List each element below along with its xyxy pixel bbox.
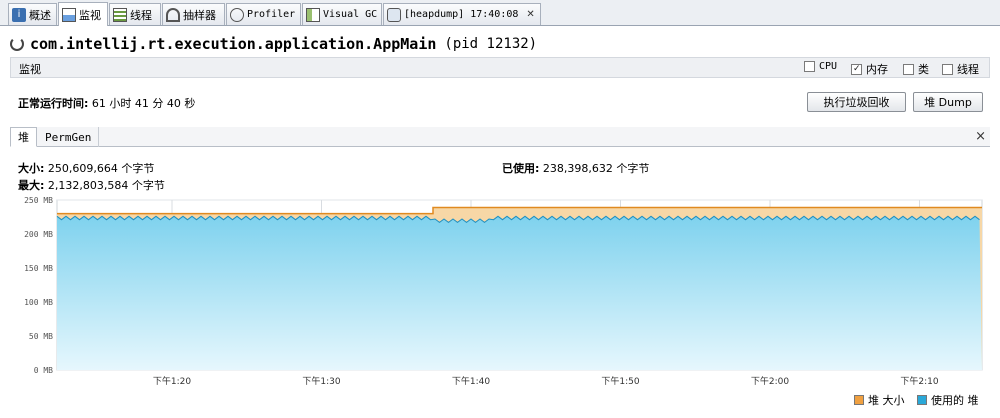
section-label: 监视: [19, 63, 41, 76]
tab-threads-label: 线程: [130, 8, 152, 22]
legend-heap-size-label: 堆 大小: [868, 394, 905, 407]
checkbox-threads-box[interactable]: [942, 63, 953, 75]
y-tick-label: 200 MB: [24, 230, 53, 239]
threads-icon: [113, 7, 127, 22]
app-title: com.intellij.rt.execution.application.Ap…: [30, 35, 437, 53]
tab-heapdump-label: [heapdump] 17:40:08: [404, 9, 519, 20]
y-axis-ticks: 0 MB 50 MB 100 MB 150 MB 200 MB 250 MB: [24, 196, 53, 375]
x-tick-label: 下午1:20: [153, 375, 191, 387]
sampler-icon: [166, 7, 180, 22]
checkbox-memory-label: 内存: [866, 63, 888, 76]
legend-heap-size-swatch: [854, 395, 864, 405]
x-tick-label: 下午1:40: [452, 375, 490, 387]
x-tick-label: 下午2:10: [900, 375, 938, 387]
uptime-value: 61 小时 41 分 40 秒: [91, 97, 196, 110]
tab-sampler-label: 抽样器: [183, 8, 216, 22]
used-heap-area: [57, 216, 982, 370]
subtab-permgen[interactable]: PermGen: [38, 127, 100, 147]
heap-chart: 0 MB 50 MB 100 MB 150 MB 200 MB 250 MB 下午1:20…: [24, 196, 983, 387]
legend-used-heap-label: 使用的 堆: [931, 394, 979, 407]
tab-threads[interactable]: 线程: [109, 3, 161, 25]
tab-sampler[interactable]: 抽样器: [162, 3, 225, 25]
legend-heap-size: 堆 大小: [854, 392, 905, 408]
uptime-label: 正常运行时间:: [18, 97, 89, 110]
checkbox-cpu[interactable]: CPU: [804, 61, 837, 72]
y-tick-label: 50 MB: [29, 332, 53, 341]
y-tick-label: 100 MB: [24, 298, 53, 307]
close-panel-icon[interactable]: ×: [975, 129, 986, 144]
checkbox-classes-box[interactable]: [903, 63, 914, 75]
checkbox-cpu-label: CPU: [819, 61, 838, 72]
x-tick-label: 下午1:30: [302, 375, 340, 387]
heap-used-stat: 已使用: 238,398,632 个字节: [502, 160, 649, 176]
legend-used-heap-swatch: [917, 395, 927, 405]
tab-profiler[interactable]: Profiler: [226, 3, 301, 25]
checkbox-classes[interactable]: 类: [903, 61, 929, 77]
y-tick-label: 250 MB: [24, 196, 53, 205]
clock-icon: [230, 7, 244, 22]
tab-visual-gc[interactable]: Visual GC: [302, 3, 382, 25]
checkbox-cpu-box[interactable]: [804, 61, 815, 72]
monitor-chart-icon: [62, 7, 76, 22]
tab-monitor[interactable]: 监视: [58, 2, 108, 26]
perform-gc-button[interactable]: 执行垃圾回收: [807, 92, 906, 112]
heap-dump-button[interactable]: 堆 Dump: [913, 92, 983, 112]
heap-size-value: 250,609,664 个字节: [47, 162, 155, 175]
memory-subtabs: 堆 PermGen ×: [10, 127, 990, 147]
uptime: 正常运行时间: 61 小时 41 分 40 秒: [18, 95, 195, 111]
checkbox-threads-label: 线程: [957, 63, 979, 76]
y-tick-label: 0 MB: [34, 366, 53, 375]
tab-heapdump[interactable]: [heapdump] 17:40:08 ✕: [383, 3, 541, 25]
checkbox-memory[interactable]: 内存: [851, 61, 888, 77]
legend-used-heap: 使用的 堆: [917, 392, 979, 408]
heap-size-stat: 大小: 250,609,664 个字节: [18, 160, 154, 176]
checkbox-threads[interactable]: 线程: [942, 61, 979, 77]
tab-overview-label: 概述: [29, 8, 51, 22]
loading-spinner-icon: [10, 37, 24, 51]
close-tab-icon[interactable]: ✕: [526, 9, 534, 20]
checkbox-memory-box[interactable]: [851, 63, 862, 75]
app-pid: (pid 12132): [444, 36, 538, 52]
app-title-row: com.intellij.rt.execution.application.Ap…: [10, 33, 537, 55]
x-tick-label: 下午2:00: [751, 375, 789, 387]
monitor-section-bar: 监视 CPU 内存 类 线程: [10, 57, 990, 78]
checkbox-classes-label: 类: [918, 63, 929, 76]
x-axis-ticks: 下午1:20 下午1:30 下午1:40 下午1:50 下午2:00 下午2:10: [153, 375, 939, 387]
tab-visual-gc-label: Visual GC: [323, 9, 378, 20]
y-tick-label: 150 MB: [24, 264, 53, 273]
visual-gc-icon: [306, 7, 320, 22]
tab-overview[interactable]: i 概述: [8, 3, 57, 25]
heapdump-icon: [387, 7, 401, 22]
heap-used-value: 238,398,632 个字节: [542, 162, 650, 175]
info-icon: i: [12, 7, 26, 22]
subtab-heap[interactable]: 堆: [10, 127, 37, 147]
tab-profiler-label: Profiler: [247, 9, 296, 20]
x-tick-label: 下午1:50: [601, 375, 639, 387]
tab-monitor-label: 监视: [79, 8, 101, 22]
tab-strip: i 概述 监视 线程 抽样器 Profiler Visual GC [heapd…: [0, 0, 1000, 26]
heap-size-label: 大小:: [18, 162, 45, 175]
heap-used-label: 已使用:: [502, 162, 540, 175]
